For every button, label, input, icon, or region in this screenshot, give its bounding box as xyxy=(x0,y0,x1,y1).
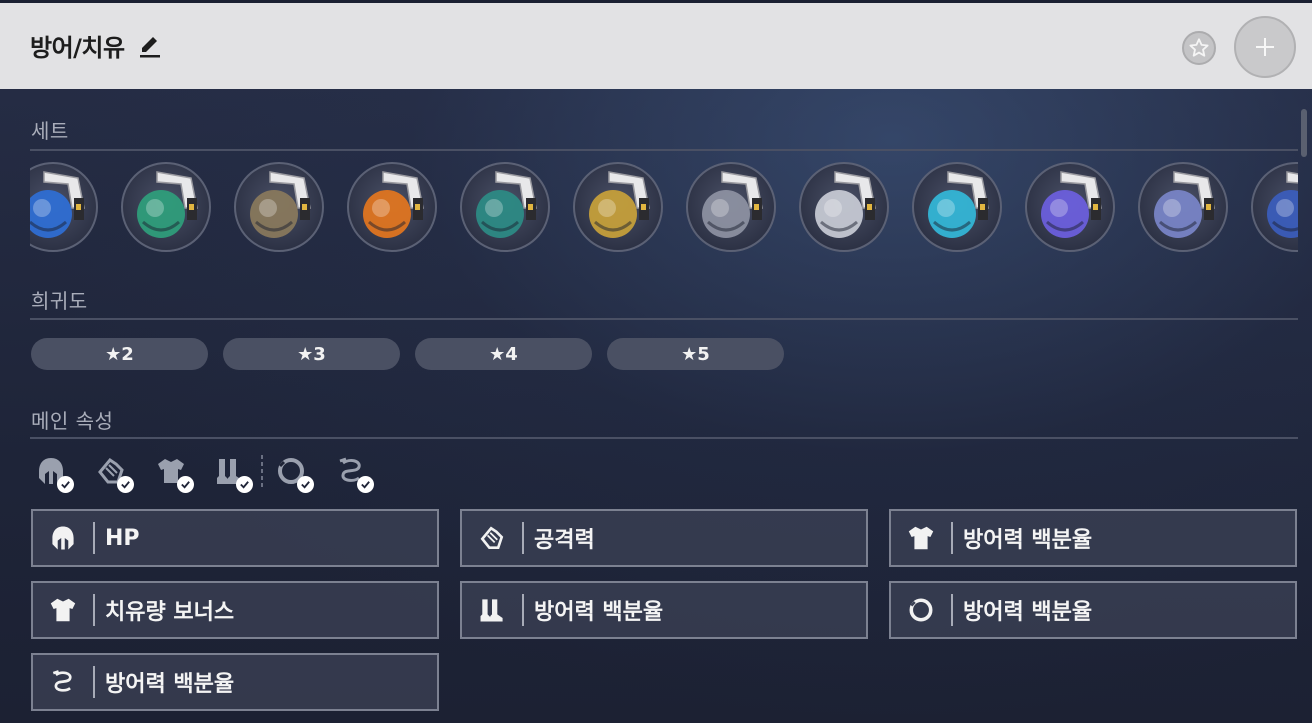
sets-label: 세트 xyxy=(31,119,69,143)
main-stat-hp[interactable]: HP xyxy=(31,509,439,567)
stat-label: 공격력 xyxy=(534,528,595,553)
slot-group-divider xyxy=(261,455,263,487)
favorite-button[interactable] xyxy=(1182,31,1216,65)
hands-icon xyxy=(480,526,504,550)
check-icon xyxy=(117,476,134,493)
title-group: 방어/치유 xyxy=(30,28,163,63)
check-icon xyxy=(57,476,74,493)
set-item-5[interactable] xyxy=(460,162,550,252)
relic-set-icon xyxy=(1154,171,1215,238)
sets-divider xyxy=(30,149,1298,151)
relic-set-icon xyxy=(815,171,876,238)
header-bar: 방어/치유 xyxy=(0,3,1312,89)
set-item-6[interactable] xyxy=(573,162,663,252)
slot-filter-head[interactable] xyxy=(34,454,74,493)
set-item-4[interactable] xyxy=(347,162,437,252)
slot-filter-body[interactable] xyxy=(154,454,194,493)
set-item-9[interactable] xyxy=(912,162,1002,252)
set-item-10[interactable] xyxy=(1025,162,1115,252)
set-carousel[interactable] xyxy=(30,159,1298,255)
main-stat-feet-def[interactable]: 방어력 백분율 xyxy=(460,581,868,639)
main-stat-body-def[interactable]: 방어력 백분율 xyxy=(889,509,1297,567)
stat-label: 방어력 백분율 xyxy=(963,528,1093,553)
relic-set-icon xyxy=(702,171,763,238)
plus-icon xyxy=(1256,38,1274,56)
stat-label: 방어력 백분율 xyxy=(963,600,1093,625)
stat-label: 치유량 보너스 xyxy=(105,600,235,625)
separator xyxy=(93,522,95,554)
rarity-4-button[interactable]: ★4 xyxy=(415,338,592,370)
rope-icon xyxy=(52,670,72,692)
relic-set-icon xyxy=(476,171,537,238)
check-icon xyxy=(357,476,374,493)
set-item-2[interactable] xyxy=(121,162,211,252)
stat-label: HP xyxy=(105,525,140,551)
stat-label: 방어력 백분율 xyxy=(534,600,664,625)
main-stat-atk[interactable]: 공격력 xyxy=(460,509,868,567)
add-button[interactable] xyxy=(1234,16,1296,78)
stat-label: 방어력 백분율 xyxy=(105,672,235,697)
star-icon xyxy=(1189,38,1209,57)
set-item-3[interactable] xyxy=(234,162,324,252)
set-item-12[interactable] xyxy=(1251,162,1298,252)
relic-set-icon xyxy=(363,171,424,238)
feet-icon xyxy=(480,599,503,622)
rarity-divider xyxy=(30,318,1298,320)
rarity-3-button[interactable]: ★3 xyxy=(223,338,400,370)
edit-icon[interactable] xyxy=(137,33,163,59)
slot-filter-sphere[interactable] xyxy=(274,454,314,493)
main-stat-divider xyxy=(30,437,1298,439)
separator xyxy=(522,594,524,626)
relic-set-icon xyxy=(928,171,989,238)
body-icon xyxy=(50,598,76,622)
main-stat-sphere-def[interactable]: 방어력 백분율 xyxy=(889,581,1297,639)
rarity-2-button[interactable]: ★2 xyxy=(31,338,208,370)
main-stat-rope-def[interactable]: 방어력 백분율 xyxy=(31,653,439,711)
check-icon xyxy=(297,476,314,493)
set-item-8[interactable] xyxy=(799,162,889,252)
head-icon xyxy=(52,526,74,550)
relic-set-icon xyxy=(589,171,650,238)
separator xyxy=(93,594,95,626)
relic-set-icon xyxy=(30,171,85,238)
relic-set-icon xyxy=(137,171,198,238)
set-item-1[interactable] xyxy=(30,162,98,252)
filter-panel: 세트 희귀도 ★2 ★3 ★4 ★5 메인 속성 HP 공격력 방어력 백분율 … xyxy=(0,89,1312,723)
set-item-7[interactable] xyxy=(686,162,776,252)
set-item-11[interactable] xyxy=(1138,162,1228,252)
scrollbar[interactable] xyxy=(1301,109,1307,157)
relic-set-icon xyxy=(1267,171,1298,238)
separator xyxy=(522,522,524,554)
relic-set-icon xyxy=(1041,171,1102,238)
body-icon xyxy=(908,526,934,550)
page-title: 방어/치유 xyxy=(30,34,125,62)
separator xyxy=(93,666,95,698)
relic-set-icon xyxy=(250,171,311,238)
separator xyxy=(951,594,953,626)
check-icon xyxy=(177,476,194,493)
rarity-label: 희귀도 xyxy=(31,289,88,313)
sphere-icon xyxy=(909,598,933,622)
check-icon xyxy=(236,476,253,493)
slot-filter-feet[interactable] xyxy=(213,454,253,493)
main-stat-label: 메인 속성 xyxy=(31,409,114,433)
slot-filter-rope[interactable] xyxy=(334,454,374,493)
main-stat-healing[interactable]: 치유량 보너스 xyxy=(31,581,439,639)
separator xyxy=(951,522,953,554)
rarity-5-button[interactable]: ★5 xyxy=(607,338,784,370)
slot-filter-hands[interactable] xyxy=(94,454,134,493)
